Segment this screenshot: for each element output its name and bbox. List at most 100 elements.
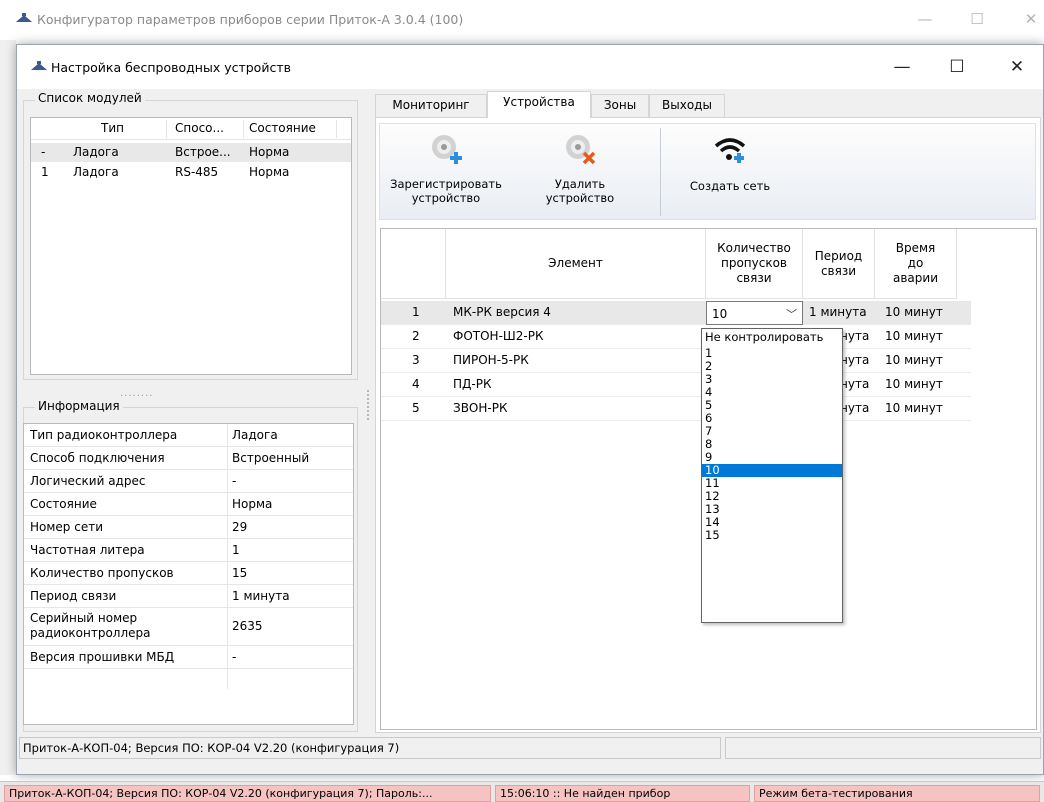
device-period: 1 минута <box>809 305 867 319</box>
info-value: Встроенный <box>232 451 310 465</box>
column-header-method[interactable]: Спосо... <box>175 121 224 135</box>
dropdown-option[interactable]: 3 <box>702 373 842 386</box>
tab-devices[interactable]: Устройства <box>487 91 591 118</box>
tab-outputs[interactable]: Выходы <box>649 94 725 117</box>
info-table: Тип радиоконтроллера Ладога Способ подклю… <box>23 423 354 725</box>
info-value: 15 <box>232 566 248 580</box>
info-row: Версия прошивки МБД - <box>24 646 353 669</box>
dropdown-option[interactable]: Не контролировать <box>702 329 842 347</box>
dropdown-option[interactable]: 15 <box>702 529 842 542</box>
outer-window-title: Конфигуратор параметров приборов серии П… <box>37 12 464 27</box>
module-num: - <box>41 145 46 159</box>
outer-close-button[interactable]: ✕ <box>1018 8 1044 30</box>
dropdown-option[interactable]: 12 <box>702 490 842 503</box>
info-value: 29 <box>232 520 248 534</box>
info-key: Период связи <box>30 589 117 603</box>
dialog-minimize-button[interactable]: — <box>887 54 917 80</box>
module-method: Встрое... <box>175 145 231 159</box>
grid-header-num <box>381 229 446 299</box>
device-period: нута <box>840 329 870 343</box>
dropdown-option[interactable]: 4 <box>702 386 842 399</box>
grid-header-skips[interactable]: Количество пропусков связи <box>706 229 803 299</box>
toolbar: Зарегистрировать устройство Удалить устр… <box>379 123 1036 220</box>
column-header-state[interactable]: Состояние <box>249 121 316 135</box>
dialog-status-empty <box>725 737 1041 759</box>
tab-zones[interactable]: Зоны <box>591 94 649 117</box>
delete-device-icon <box>566 135 596 165</box>
register-device-button[interactable]: Зарегистрировать устройство <box>386 132 506 205</box>
grid-header-element[interactable]: Элемент <box>446 229 706 299</box>
module-state: Норма <box>249 145 290 159</box>
module-type: Ладога <box>73 165 119 179</box>
dropdown-option[interactable]: 11 <box>702 477 842 490</box>
modules-list[interactable]: Тип Спосо... Состояние - Ладога Встрое..… <box>30 117 352 375</box>
create-network-label: Создать сеть <box>689 179 771 193</box>
delete-device-label: Удалить устройство <box>545 177 615 205</box>
skips-combobox-value: 10 <box>712 307 728 321</box>
column-header-type[interactable]: Тип <box>101 121 124 135</box>
status-mode: Режим бета-тестирования <box>754 785 1040 802</box>
device-element: ФОТОН-Ш2-РК <box>453 329 544 343</box>
skips-dropdown-list[interactable]: Не контролировать 1 2 3 4 5 6 7 8 9 10 1… <box>701 328 843 623</box>
info-value: 1 <box>232 543 240 557</box>
module-type: Ладога <box>73 145 119 159</box>
horizontal-splitter[interactable]: ........ <box>120 388 153 399</box>
device-row[interactable]: 3 ПИРОН-5-РК нута 10 минут <box>381 349 971 373</box>
grid-header-period[interactable]: Период связи <box>803 229 875 299</box>
skips-combobox[interactable]: 10 ﹀ <box>706 301 803 325</box>
info-row: Логический адрес - <box>24 470 353 493</box>
device-row[interactable]: 5 ЗВОН-РК нута 10 минут <box>381 397 971 421</box>
outer-maximize-button[interactable]: ☐ <box>964 8 990 30</box>
device-period: нута <box>840 401 870 415</box>
device-row[interactable]: 2 ФОТОН-Ш2-РК нута 10 минут <box>381 325 971 349</box>
device-row[interactable]: 4 ПД-РК нута 10 минут <box>381 373 971 397</box>
grid-header-alarm-time[interactable]: Время до аварии <box>875 229 957 299</box>
device-period: нута <box>840 377 870 391</box>
dropdown-option[interactable]: 2 <box>702 360 842 373</box>
module-row[interactable]: 1 Ладога RS-485 Норма <box>31 163 351 182</box>
info-key: Номер сети <box>30 520 104 534</box>
device-num: 5 <box>412 401 420 415</box>
device-element: ПД-РК <box>453 377 492 391</box>
dropdown-option[interactable]: 9 <box>702 451 842 464</box>
tab-monitoring[interactable]: Мониторинг <box>375 94 487 117</box>
dropdown-option[interactable]: 14 <box>702 516 842 529</box>
module-num: 1 <box>41 165 49 179</box>
module-state: Норма <box>249 165 290 179</box>
dropdown-option[interactable]: 13 <box>702 503 842 516</box>
info-row: Тип радиоконтроллера Ладога <box>24 424 353 447</box>
dropdown-option[interactable]: 8 <box>702 438 842 451</box>
dropdown-option[interactable]: 1 <box>702 347 842 360</box>
dialog-title-bar: Настройка беспроводных устройств — ☐ ✕ <box>17 45 1043 89</box>
dropdown-option[interactable]: 6 <box>702 412 842 425</box>
device-row[interactable]: 1 МК-РК версия 4 10 ﹀ 1 минута 10 минут <box>381 301 971 325</box>
dialog-maximize-button[interactable]: ☐ <box>942 54 972 80</box>
dropdown-option-selected[interactable]: 10 <box>702 464 842 477</box>
outer-window-background <box>0 40 16 775</box>
wireless-devices-dialog: Настройка беспроводных устройств — ☐ ✕ С… <box>16 44 1044 775</box>
info-key: Способ подключения <box>30 451 165 465</box>
device-element: ПИРОН-5-РК <box>453 353 529 367</box>
register-device-icon <box>432 135 462 164</box>
create-network-button[interactable]: Создать сеть <box>680 134 780 193</box>
info-key: Тип радиоконтроллера <box>30 428 178 442</box>
module-row[interactable]: - Ладога Встрое... Норма <box>31 143 351 162</box>
info-value: Ладога <box>232 428 278 442</box>
chevron-down-icon[interactable]: ﹀ <box>786 306 797 322</box>
delete-device-button[interactable]: Удалить устройство <box>540 132 620 205</box>
info-group-label: Информация <box>35 399 123 413</box>
dropdown-option[interactable]: 5 <box>702 399 842 412</box>
info-row: Серийный номер радиоконтроллера 2635 <box>24 608 353 646</box>
device-period: нута <box>840 353 870 367</box>
device-alarm-time: 10 минут <box>885 329 943 343</box>
vertical-splitter[interactable] <box>367 390 370 420</box>
info-value: - <box>232 474 237 488</box>
info-value: Норма <box>232 497 273 511</box>
info-value: 2635 <box>232 619 263 633</box>
device-num: 1 <box>412 305 420 319</box>
info-value: - <box>232 650 237 664</box>
dialog-title: Настройка беспроводных устройств <box>51 60 291 75</box>
dialog-close-button[interactable]: ✕ <box>1002 54 1032 80</box>
dropdown-option[interactable]: 7 <box>702 425 842 438</box>
outer-minimize-button[interactable]: — <box>912 8 938 30</box>
